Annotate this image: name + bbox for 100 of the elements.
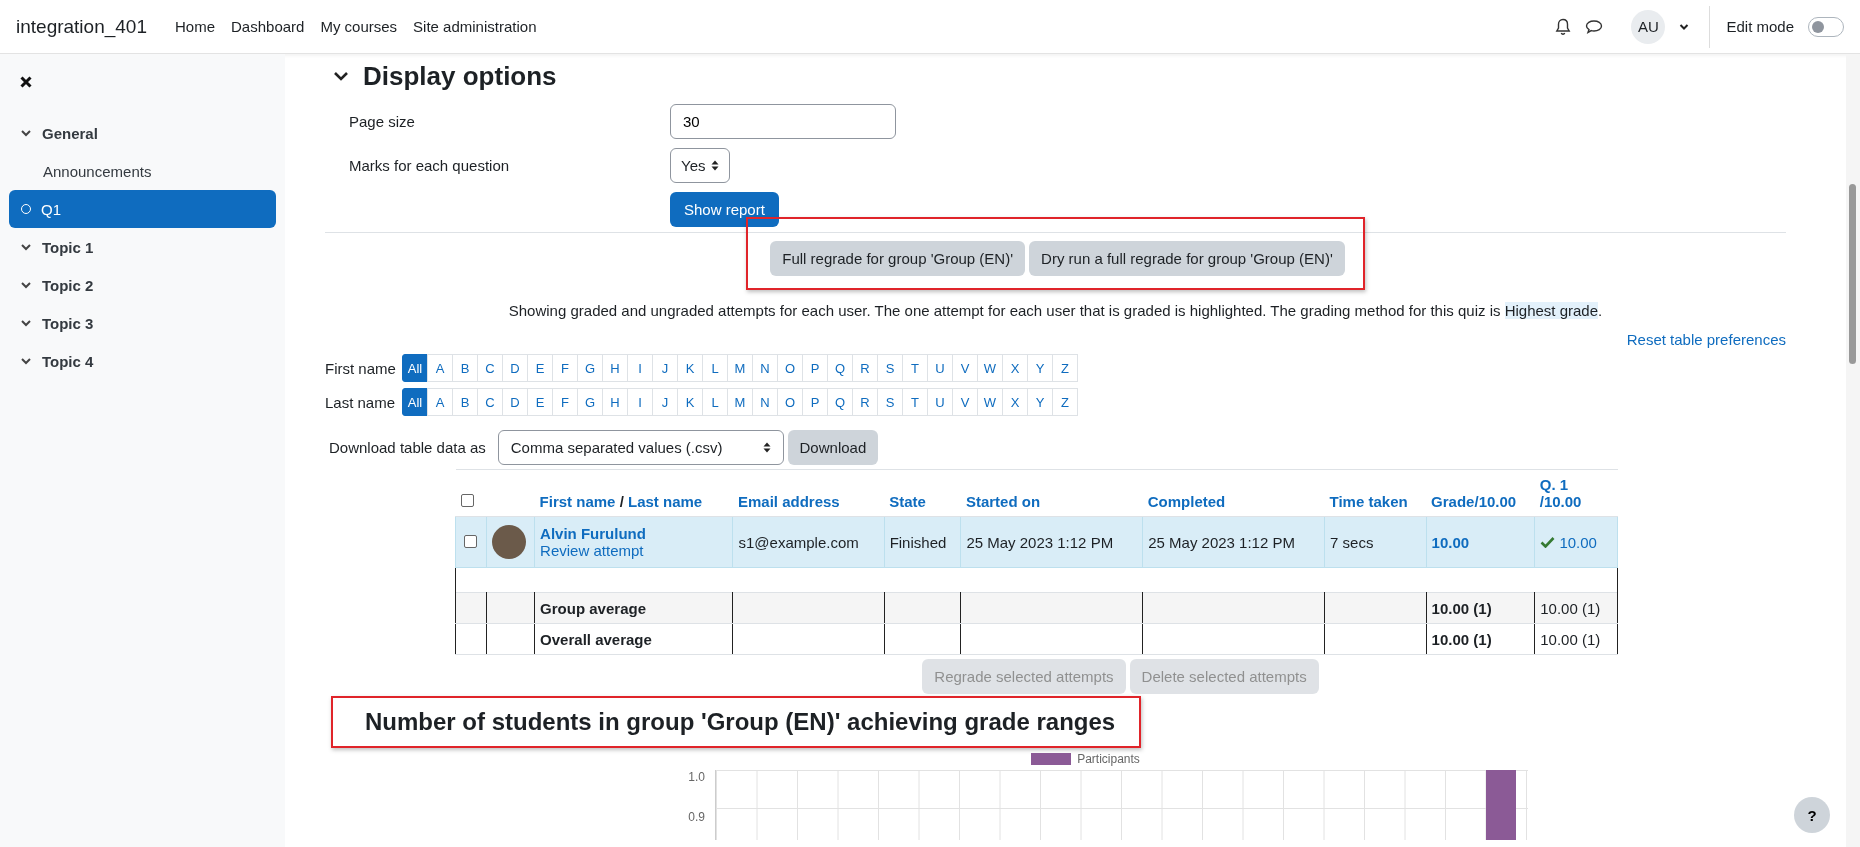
- close-icon[interactable]: [20, 76, 32, 88]
- review-attempt-link[interactable]: Review attempt: [540, 542, 644, 559]
- initial-filter-button[interactable]: All: [402, 388, 428, 416]
- format-select[interactable]: Comma separated values (.csv): [497, 430, 784, 465]
- column-sort-link[interactable]: Last name: [628, 493, 703, 510]
- activity-item[interactable]: Announcements: [9, 152, 276, 190]
- section-item[interactable]: Topic 4: [42, 352, 94, 370]
- nav-link[interactable]: Home: [175, 18, 215, 35]
- initial-filter-button[interactable]: L: [702, 388, 728, 416]
- caret-icon[interactable]: [1679, 22, 1690, 31]
- chevron-icon[interactable]: [20, 128, 32, 138]
- chevron-icon[interactable]: [333, 70, 349, 82]
- initial-filter-button[interactable]: I: [627, 388, 653, 416]
- initial-filter-button[interactable]: W: [977, 388, 1003, 416]
- nav-link[interactable]: Site administration: [413, 18, 537, 35]
- column-sort-link[interactable]: First name: [539, 493, 616, 510]
- marks-select[interactable]: Yes: [670, 147, 731, 183]
- nav-link[interactable]: My courses: [320, 18, 398, 35]
- initial-filter-button[interactable]: P: [802, 354, 828, 382]
- initial-filter-button[interactable]: Q: [827, 354, 853, 382]
- chat-icon[interactable]: [1585, 18, 1604, 35]
- user-avatar[interactable]: AU: [1631, 9, 1666, 44]
- initial-filter-button[interactable]: K: [677, 354, 703, 382]
- initial-filter-button[interactable]: R: [852, 354, 878, 382]
- initial-filter-button[interactable]: E: [527, 388, 553, 416]
- section-item[interactable]: Topic 3: [42, 314, 94, 332]
- section-item[interactable]: General: [42, 124, 98, 142]
- chevron-icon[interactable]: [20, 318, 32, 328]
- column-header[interactable]: Q. 1 /10.00: [1539, 476, 1613, 510]
- initial-filter-button[interactable]: Y: [1027, 354, 1053, 382]
- initial-filter-button[interactable]: U: [927, 354, 953, 382]
- initial-filter-button[interactable]: J: [652, 354, 678, 382]
- initial-filter-button[interactable]: C: [477, 388, 503, 416]
- regrade-button[interactable]: Full regrade for group 'Group (EN)': [770, 241, 1026, 276]
- column-header[interactable]: Started on: [965, 493, 1138, 510]
- chevron-icon[interactable]: [20, 242, 32, 252]
- column-header[interactable]: Email address: [738, 493, 880, 510]
- column-header[interactable]: Grade/10.00: [1431, 493, 1530, 510]
- column-header[interactable]: Completed: [1147, 493, 1320, 510]
- column-header[interactable]: State: [889, 493, 956, 510]
- bell-icon[interactable]: [1555, 17, 1572, 36]
- initial-filter-button[interactable]: B: [452, 354, 478, 382]
- chevron-icon[interactable]: [20, 356, 32, 366]
- initial-filter-button[interactable]: L: [702, 354, 728, 382]
- initial-filter-button[interactable]: D: [502, 354, 528, 382]
- initial-filter-button[interactable]: C: [477, 354, 503, 382]
- column-header[interactable]: Time taken: [1329, 493, 1422, 510]
- initial-filter-button[interactable]: S: [877, 354, 903, 382]
- download-button[interactable]: Download: [787, 430, 879, 465]
- initial-filter-button[interactable]: M: [727, 388, 753, 416]
- initial-filter-button[interactable]: M: [727, 354, 753, 382]
- initial-filter-button[interactable]: T: [902, 388, 928, 416]
- initial-filter-button[interactable]: All: [402, 354, 428, 382]
- initial-filter-button[interactable]: N: [752, 354, 778, 382]
- initial-filter-button[interactable]: T: [902, 354, 928, 382]
- initial-filter-button[interactable]: Z: [1052, 388, 1078, 416]
- initial-filter-button[interactable]: S: [877, 388, 903, 416]
- initial-filter-button[interactable]: A: [427, 354, 453, 382]
- initial-filter-button[interactable]: Z: [1052, 354, 1078, 382]
- initial-filter-button[interactable]: H: [602, 354, 628, 382]
- chevron-icon[interactable]: [20, 280, 32, 290]
- show-report-button[interactable]: Show report: [670, 191, 779, 227]
- initial-filter-button[interactable]: I: [627, 354, 653, 382]
- activity-item[interactable]: Q1: [9, 190, 276, 228]
- question-mark-link[interactable]: 10.00: [1559, 533, 1597, 551]
- help-button[interactable]: ?: [1794, 797, 1830, 833]
- initial-filter-button[interactable]: B: [452, 388, 478, 416]
- row-checkbox[interactable]: [464, 534, 478, 548]
- initial-filter-button[interactable]: F: [552, 354, 578, 382]
- initial-filter-button[interactable]: K: [677, 388, 703, 416]
- student-name-link[interactable]: Alvin Furulund: [540, 525, 646, 542]
- initial-filter-button[interactable]: E: [527, 354, 553, 382]
- section-item[interactable]: Topic 2: [42, 276, 94, 294]
- initial-filter-button[interactable]: G: [577, 388, 603, 416]
- initial-filter-button[interactable]: R: [852, 388, 878, 416]
- initial-filter-button[interactable]: H: [602, 388, 628, 416]
- reset-preferences-link[interactable]: Reset table preferences: [1626, 331, 1786, 348]
- initial-filter-button[interactable]: P: [802, 388, 828, 416]
- site-name[interactable]: integration_401: [16, 15, 147, 38]
- initial-filter-button[interactable]: V: [952, 354, 978, 382]
- grade-link[interactable]: 10.00: [1431, 533, 1470, 551]
- initial-filter-button[interactable]: D: [502, 388, 528, 416]
- regrade-button[interactable]: Dry run a full regrade for group 'Group (EN)': [1029, 241, 1345, 276]
- section-item[interactable]: Topic 1: [42, 238, 94, 256]
- initial-filter-button[interactable]: W: [977, 354, 1003, 382]
- initial-filter-button[interactable]: X: [1002, 354, 1028, 382]
- page-size-field[interactable]: 30: [670, 103, 896, 139]
- select-all-checkbox[interactable]: [460, 494, 474, 507]
- initial-filter-button[interactable]: U: [927, 388, 953, 416]
- initial-filter-button[interactable]: V: [952, 388, 978, 416]
- initial-filter-button[interactable]: O: [777, 354, 803, 382]
- initial-filter-button[interactable]: G: [577, 354, 603, 382]
- initial-filter-button[interactable]: O: [777, 388, 803, 416]
- initial-filter-button[interactable]: J: [652, 388, 678, 416]
- nav-link[interactable]: Dashboard: [231, 18, 305, 35]
- initial-filter-button[interactable]: A: [427, 388, 453, 416]
- initial-filter-button[interactable]: X: [1002, 388, 1028, 416]
- initial-filter-button[interactable]: Y: [1027, 388, 1053, 416]
- initial-filter-button[interactable]: N: [752, 388, 778, 416]
- initial-filter-button[interactable]: Q: [827, 388, 853, 416]
